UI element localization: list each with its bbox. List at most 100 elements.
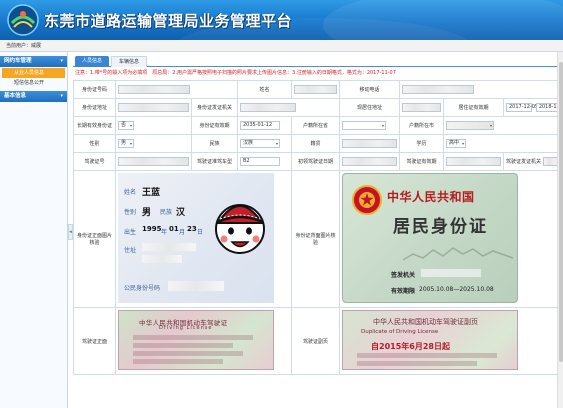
mobile-label: 移动电话 bbox=[339, 80, 400, 99]
first-issue-input[interactable] bbox=[342, 157, 397, 166]
app-header: 东莞市道路运输管理局业务管理平台 bbox=[0, 0, 563, 40]
license-redacted-line bbox=[133, 343, 233, 348]
id-birth-year: 1995 bbox=[142, 225, 162, 233]
license-number-label: 驾驶证号 bbox=[73, 152, 116, 171]
id-birth-year-unit: 年 bbox=[161, 229, 168, 236]
id-address-input[interactable] bbox=[118, 103, 189, 112]
user-bar: 当前用户：威展 bbox=[0, 40, 563, 52]
tab-vehicle-info[interactable]: 车辆信息 bbox=[111, 56, 148, 67]
id-field-birth: 出生 bbox=[124, 229, 137, 236]
license-redacted-line bbox=[133, 335, 253, 340]
id-birth-day: 23 bbox=[187, 225, 197, 233]
name-label: 姓名 bbox=[237, 80, 292, 99]
range-dash: - bbox=[533, 105, 535, 111]
id-back-issuer-field: 签发机关 bbox=[391, 272, 416, 279]
sidebar-group-basic-info[interactable]: 基本信息 ▾ bbox=[0, 91, 67, 102]
ethnicity-select[interactable]: 汉族 ▾ bbox=[240, 139, 280, 148]
long-term-id-label: 长期有效身份证 bbox=[73, 116, 116, 135]
id-birth-month: 01 bbox=[169, 225, 179, 233]
driving-license-duplicate-image[interactable]: 中华人民共和国机动车驾驶证副页 Duplicate of Driving Lic… bbox=[342, 310, 518, 370]
hukou-city-select[interactable]: ▾ bbox=[446, 121, 494, 130]
license-redacted-line bbox=[357, 353, 497, 358]
id-issuer-label: 身份证发证机关 bbox=[191, 98, 238, 117]
cartoon-avatar-icon bbox=[215, 204, 265, 254]
current-user-name: 威展 bbox=[31, 43, 42, 49]
id-issuer-input[interactable] bbox=[240, 103, 296, 112]
name-input[interactable] bbox=[294, 85, 337, 94]
sidebar-item-sms-disclosure[interactable]: 短信信息公开 bbox=[0, 78, 67, 88]
sidebar: 网约车管理 ▾ 从业人员信息 短信信息公开 基本信息 ▾ bbox=[0, 52, 68, 408]
education-select[interactable]: 高中 ▾ bbox=[446, 139, 466, 148]
license-redacted-line bbox=[133, 359, 223, 364]
sidebar-group-label: 基本信息 bbox=[4, 93, 27, 99]
license-type-input[interactable]: B2 bbox=[240, 157, 280, 166]
chevron-down-icon: ▾ bbox=[60, 93, 63, 99]
long-term-id-select[interactable]: 否 ▾ bbox=[118, 121, 134, 130]
id-field-sex: 性别 bbox=[124, 209, 137, 216]
gender-label: 性别 bbox=[73, 134, 116, 153]
tab-bar: 人员信息 车辆信息 bbox=[73, 56, 563, 67]
mobile-input[interactable] bbox=[402, 85, 474, 94]
id-value-name: 王蓝 bbox=[142, 188, 161, 198]
license-front-subtitle: Driving License bbox=[159, 325, 213, 331]
id-number-input[interactable] bbox=[118, 85, 190, 94]
dropdown-arrow-icon: ▾ bbox=[129, 123, 132, 128]
license-front-photo-label: 驾驶证正面 bbox=[73, 307, 116, 375]
sidebar-group-ride-hailing[interactable]: 网约车管理 ▾ bbox=[0, 56, 67, 67]
dropdown-arrow-icon: ▾ bbox=[381, 123, 384, 128]
license-valid-label: 驾驶证有效期 bbox=[399, 152, 444, 171]
id-field-name: 姓名 bbox=[124, 189, 137, 196]
dropdown-arrow-icon: ▾ bbox=[489, 123, 492, 128]
id-number-label: 身份证号码 bbox=[73, 80, 116, 99]
id-field-idno: 公民身份号码 bbox=[124, 285, 161, 292]
dropdown-arrow-icon: ▾ bbox=[275, 141, 278, 146]
tab-personnel-info[interactable]: 人员信息 bbox=[75, 56, 110, 67]
current-address-input[interactable] bbox=[402, 103, 441, 112]
education-label: 学历 bbox=[399, 134, 444, 153]
app-title: 东莞市道路运输管理局业务管理平台 bbox=[44, 12, 293, 30]
native-place-input[interactable] bbox=[342, 139, 397, 148]
scrollbar-thumb[interactable] bbox=[559, 62, 563, 362]
license-valid-input[interactable] bbox=[446, 157, 501, 166]
gender-select[interactable]: 男 ▾ bbox=[118, 139, 134, 148]
id-number-redacted bbox=[168, 281, 224, 291]
license-number-input[interactable] bbox=[118, 157, 189, 166]
id-card-front-image[interactable]: 姓名 王蓝 性别 男 民族 汉 出生 1995 年 01 月 23 日 住址 公… bbox=[118, 173, 274, 303]
hukou-city-label: 户籍所在市 bbox=[399, 116, 444, 135]
native-place-label: 籍贯 bbox=[291, 134, 340, 153]
chevron-down-icon: ▾ bbox=[60, 58, 63, 64]
id-address-redacted bbox=[142, 255, 182, 263]
id-issuer-redacted bbox=[421, 269, 481, 277]
id-back-country: 中华人民共和国 bbox=[387, 190, 475, 204]
page-scrollbar[interactable] bbox=[557, 52, 563, 408]
select-value: 汉族 bbox=[243, 140, 254, 146]
current-address-label: 现居住地址 bbox=[339, 98, 400, 117]
license-back-subtitle: Duplicate of Driving License bbox=[361, 329, 439, 335]
license-redacted-line bbox=[133, 351, 243, 356]
hukou-province-select[interactable]: ▾ bbox=[342, 121, 386, 130]
residence-valid-label: 居住证有效期 bbox=[443, 98, 504, 117]
license-back-title: 中华人民共和国机动车驾驶证副页 bbox=[373, 318, 478, 326]
id-front-photo-label: 身份证正面图片核验 bbox=[73, 170, 116, 308]
license-back-photo-label: 驾驶证副页 bbox=[291, 307, 340, 375]
select-value: 否 bbox=[121, 122, 127, 128]
first-issue-label: 初领驾驶证日期 bbox=[291, 152, 340, 171]
license-redacted-line bbox=[357, 361, 477, 366]
residence-from-input[interactable]: 2017-12-05 bbox=[506, 103, 538, 112]
current-user-label: 当前用户： bbox=[6, 43, 32, 49]
id-address-label: 身份证地址 bbox=[73, 98, 116, 117]
driving-license-front-image[interactable]: 中华人民共和国机动车驾驶证 Driving License bbox=[118, 310, 274, 370]
id-field-address: 住址 bbox=[124, 247, 137, 254]
id-back-title: 居民身份证 bbox=[393, 217, 488, 237]
ethnicity-label: 民族 bbox=[191, 134, 238, 153]
great-wall-icon bbox=[403, 247, 513, 261]
license-type-label: 驾驶证准驾车型 bbox=[191, 152, 238, 171]
sidebar-item-practitioner-info[interactable]: 从业人员信息 bbox=[2, 68, 65, 78]
id-card-back-image[interactable]: 中华人民共和国 居民身份证 签发机关 有效期限 2005.10.08—2025.… bbox=[342, 173, 518, 303]
sidebar-group-label: 网约车管理 bbox=[4, 58, 32, 64]
id-back-valid-value: 2005.10.08—2025.10.08 bbox=[419, 286, 494, 293]
id-valid-label: 身份证有效期 bbox=[191, 116, 238, 135]
license-back-stamp: 自2015年6月28日起 bbox=[371, 342, 450, 351]
id-field-ethnic: 民族 bbox=[160, 209, 173, 216]
id-valid-input[interactable]: 2035-01-12 bbox=[240, 121, 280, 130]
